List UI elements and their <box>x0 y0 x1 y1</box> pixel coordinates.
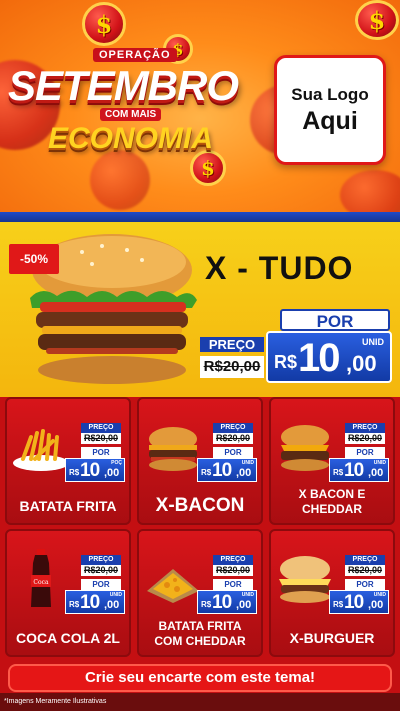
soda-bottle-icon: Coca <box>31 549 51 607</box>
header-banner: $ $ $ $ OPERAÇÃO SETEMBRO COM MAIS ECONO… <box>0 0 400 215</box>
price-integer: 10 <box>344 592 364 613</box>
old-price: R$20,00 <box>81 565 121 576</box>
product-card[interactable]: PREÇO R$20,00 POR R$ 10 ,00 UNID BATATA FRITA C… <box>137 529 263 657</box>
price-integer: 10 <box>80 460 100 481</box>
currency: R$ <box>333 468 344 477</box>
economia-title: ECONOMIA <box>48 122 213 155</box>
unit-label: UNID <box>373 592 386 598</box>
preco-label: PREÇO <box>345 555 385 565</box>
cheddar-burger-icon <box>281 425 329 471</box>
por-label: POR <box>81 447 121 458</box>
logo-placeholder[interactable]: Sua Logo Aqui <box>274 55 386 165</box>
product-card[interactable]: PREÇO R$20,00 POR R$ 10 ,00 UNID X-BACON <box>137 397 263 525</box>
product-name: X BACON E CHEDDAR <box>298 487 366 516</box>
por-label: POR <box>213 579 253 590</box>
por-label: POR <box>81 579 121 590</box>
svg-text:Coca: Coca <box>33 579 49 586</box>
new-price: R$ 10 ,00 UNID <box>197 458 257 482</box>
featured-title: X - TUDO <box>205 250 354 286</box>
old-price: R$20,00 <box>200 356 264 378</box>
currency: R$ <box>274 352 298 372</box>
preco-label: PREÇO <box>213 555 253 565</box>
operacao-label: OPERAÇÃO <box>93 48 177 62</box>
new-price: R$ 10 ,00 UNID <box>329 458 389 482</box>
price-integer: 10 <box>80 592 100 613</box>
currency: R$ <box>69 600 80 609</box>
product-name: X-BACON <box>155 495 245 516</box>
product-name: BATATA FRITA COM CHEDDAR <box>154 619 246 648</box>
dollar-coin-icon: $ <box>82 2 126 46</box>
old-price: R$20,00 <box>213 565 253 576</box>
dollar-coin-icon: $ <box>355 0 399 40</box>
com-mais-label: COM MAIS <box>100 108 162 121</box>
new-price: R$ 10 ,00 UNID <box>197 590 257 614</box>
price-decimal: ,00 <box>346 351 377 376</box>
product-card[interactable]: PREÇO R$20,00 POR R$ 10 ,00 UNID X BACON E CHED… <box>269 397 395 525</box>
currency: R$ <box>69 468 80 477</box>
logo-line-2: Aqui <box>302 106 358 135</box>
price-decimal: ,00 <box>368 599 384 611</box>
fries-icon <box>13 429 69 471</box>
unit-label: UNID <box>241 460 254 466</box>
preco-label: PREÇO <box>81 423 121 433</box>
unit-label: UNID <box>362 337 384 347</box>
disclaimer: *Imagens Meramente Ilustrativas <box>0 693 400 711</box>
product-name: COCA COLA 2L <box>16 630 120 646</box>
price-decimal: ,00 <box>236 599 252 611</box>
por-label: POR <box>345 579 385 590</box>
cta-banner[interactable]: Crie seu encarte com este tema! <box>8 664 392 692</box>
old-price: R$20,00 <box>345 565 385 576</box>
flyer: $ $ $ $ OPERAÇÃO SETEMBRO COM MAIS ECONO… <box>0 0 400 711</box>
decorative-blob <box>340 170 400 215</box>
product-card[interactable]: PREÇO R$20,00 POR R$ 10 ,00 POÇ BATATA FRITA <box>5 397 131 525</box>
currency: R$ <box>201 468 212 477</box>
price-integer: 10 <box>298 336 340 380</box>
por-label: POR <box>280 309 390 331</box>
unit-label: UNID <box>241 592 254 598</box>
product-card[interactable]: Coca PREÇO R$20,00 POR R$ 10 ,00 UNID COCA COLA … <box>5 529 131 657</box>
new-price: R$ 10 ,00 UNID <box>266 331 392 383</box>
featured-product: -50% X - TUDO PREÇO R$20,00 POR R$ 10 ,0… <box>0 222 400 397</box>
currency: R$ <box>333 600 344 609</box>
por-label: POR <box>213 447 253 458</box>
price-decimal: ,00 <box>368 467 384 479</box>
price-integer: 10 <box>212 460 232 481</box>
old-price: R$20,00 <box>345 433 385 444</box>
new-price: R$ 10 ,00 POÇ <box>65 458 125 482</box>
preco-label: PREÇO <box>213 423 253 433</box>
unit-label: UNID <box>109 592 122 598</box>
product-name: BATATA FRITA <box>19 498 117 514</box>
blue-divider <box>0 212 400 222</box>
new-price: R$ 10 ,00 UNID <box>329 590 389 614</box>
currency: R$ <box>201 600 212 609</box>
cheeseburger-icon <box>279 556 331 603</box>
price-decimal: ,00 <box>104 467 120 479</box>
unit-label: POÇ <box>111 460 122 466</box>
new-price: R$ 10 ,00 UNID <box>65 590 125 614</box>
cheddar-fries-icon <box>147 569 199 603</box>
campaign-headline: OPERAÇÃO SETEMBRO COM MAIS ECONOMIA <box>8 42 268 162</box>
old-price: R$20,00 <box>81 433 121 444</box>
price-integer: 10 <box>344 460 364 481</box>
product-card[interactable]: PREÇO R$20,00 POR R$ 10 ,00 UNID X-BURGUER <box>269 529 395 657</box>
product-grid: PREÇO R$20,00 POR R$ 10,00 POÇ BATATA FRITA PR… <box>5 397 395 657</box>
preco-label: PREÇO <box>200 337 264 352</box>
price-decimal: ,00 <box>104 599 120 611</box>
price-decimal: ,00 <box>236 467 252 479</box>
por-label: POR <box>345 447 385 458</box>
preco-label: PREÇO <box>81 555 121 565</box>
unit-label: UNID <box>373 460 386 466</box>
discount-badge: -50% <box>9 244 59 274</box>
price-integer: 10 <box>212 592 232 613</box>
product-name: X-BURGUER <box>289 630 375 646</box>
logo-line-1: Sua Logo <box>291 84 369 104</box>
preco-label: PREÇO <box>345 423 385 433</box>
setembro-title: SETEMBRO <box>8 62 239 109</box>
old-price: R$20,00 <box>213 433 253 444</box>
burger-icon <box>149 427 197 471</box>
